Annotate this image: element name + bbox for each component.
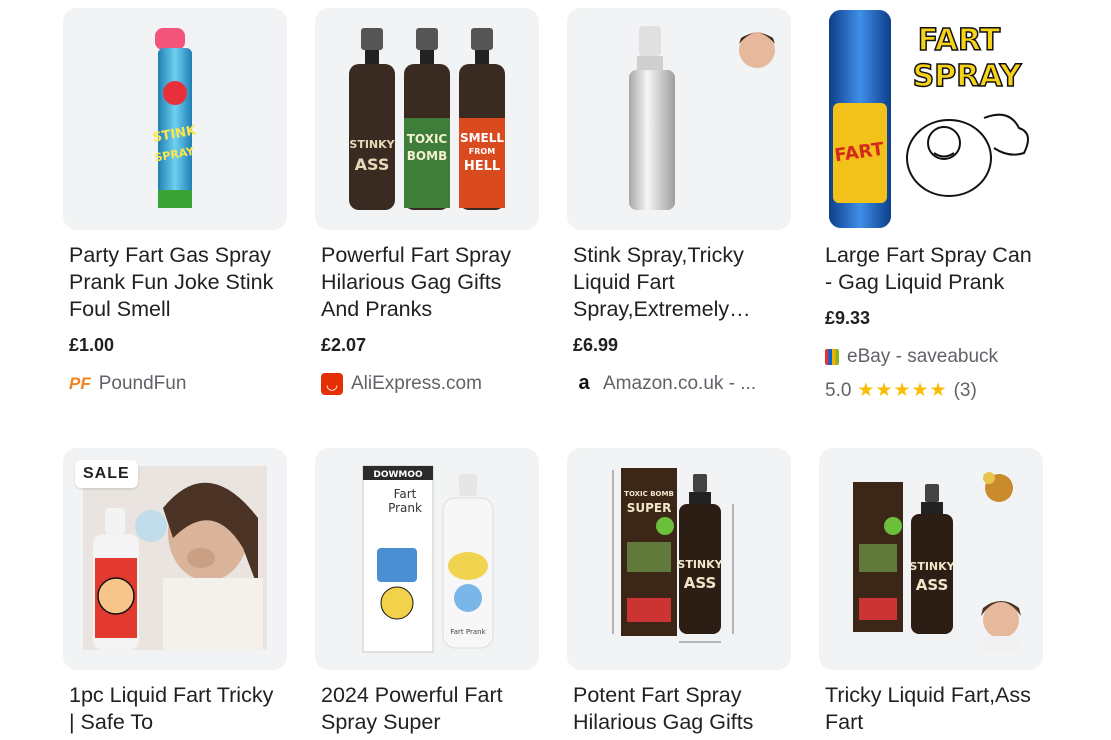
product-image-text: ASS [684, 574, 717, 592]
product-image[interactable]: DOWMOO Fart Prank Fart Prank [315, 448, 539, 670]
merchant-name: PoundFun [98, 373, 187, 394]
product-image[interactable]: SALE [63, 448, 287, 670]
product-price: £6.99 [573, 335, 619, 355]
product-image-text: FROM [469, 147, 495, 156]
product-image-text: Fart Prank [450, 628, 486, 636]
amazon-logo-icon: a [578, 372, 590, 394]
merchant-name: eBay - saveabuck [847, 346, 999, 367]
product-image-text: DOWMOO [373, 470, 423, 480]
product-image-text: SMELL [460, 131, 504, 145]
product-image-text: HELL [464, 159, 500, 174]
product-price: £9.33 [825, 308, 871, 328]
merchant[interactable]: a Amazon.co.uk - ... [573, 373, 756, 395]
product-title[interactable]: 2024 Powerful Fart Spray Super [321, 682, 533, 736]
merchant[interactable]: eBay - saveabuck [825, 346, 998, 368]
product-image[interactable]: TOXIC BOMB SUPER STINKY ASS [567, 448, 791, 670]
shopping-bag-icon [825, 349, 839, 365]
poundfun-logo-icon: PF [69, 374, 91, 393]
product-title[interactable]: Party Fart Gas Spray Prank Fun Joke Stin… [69, 242, 281, 323]
review-count: (3) [953, 379, 977, 401]
product-price: £2.07 [321, 335, 367, 355]
product-image-text: FART [918, 23, 1001, 58]
star-icon: ★★★★★ [857, 380, 948, 401]
merchant-name: Amazon.co.uk - ... [603, 373, 757, 394]
product-image[interactable] [567, 8, 791, 230]
product-title[interactable]: 1pc Liquid Fart Tricky | Safe To [69, 682, 281, 736]
product-image-text: BOMB [407, 149, 447, 163]
product-title[interactable]: Large Fart Spray Can - Gag Liquid Prank [825, 242, 1037, 296]
product-image-text: ASS [916, 576, 949, 594]
product-image[interactable]: STINK SPRAY [63, 8, 287, 230]
product-price: £1.00 [69, 335, 115, 355]
product-image[interactable]: FART FART SPRAY [819, 8, 1043, 230]
product-image-text: STINKY [909, 560, 955, 573]
product-image-text: SPRAY [913, 59, 1023, 94]
aliexpress-logo-icon: ◡ [321, 373, 343, 395]
product-image[interactable]: STINKY ASS [819, 448, 1043, 670]
product-image-text: TOXIC BOMB [624, 490, 674, 498]
product-image[interactable]: STINKY ASS TOXIC BOMB SMELL FROM HELL [315, 8, 539, 230]
product-image-text: STINKY [677, 558, 723, 571]
product-title[interactable]: Stink Spray,Tricky Liquid Fart Spray,Ext… [573, 242, 785, 323]
merchant[interactable]: ◡ AliExpress.com [321, 373, 482, 395]
product-image-text: Fart [394, 487, 417, 501]
merchant-name: AliExpress.com [351, 373, 482, 394]
product-image-text: STINKY [349, 138, 395, 151]
product-image-text: SUPER [627, 501, 672, 515]
product-title[interactable]: Tricky Liquid Fart,Ass Fart [825, 682, 1037, 736]
merchant[interactable]: PF PoundFun [69, 373, 186, 395]
sale-badge: SALE [75, 460, 138, 488]
product-image-text: TOXIC [407, 132, 448, 146]
product-image-text: Prank [388, 501, 422, 515]
product-title[interactable]: Potent Fart Spray Hilarious Gag Gifts [573, 682, 785, 736]
product-rating: 5.0 ★★★★★ (3) [825, 379, 977, 402]
product-title[interactable]: Powerful Fart Spray Hilarious Gag Gifts … [321, 242, 533, 323]
product-image-text: ASS [355, 155, 390, 174]
rating-value: 5.0 [825, 379, 852, 401]
